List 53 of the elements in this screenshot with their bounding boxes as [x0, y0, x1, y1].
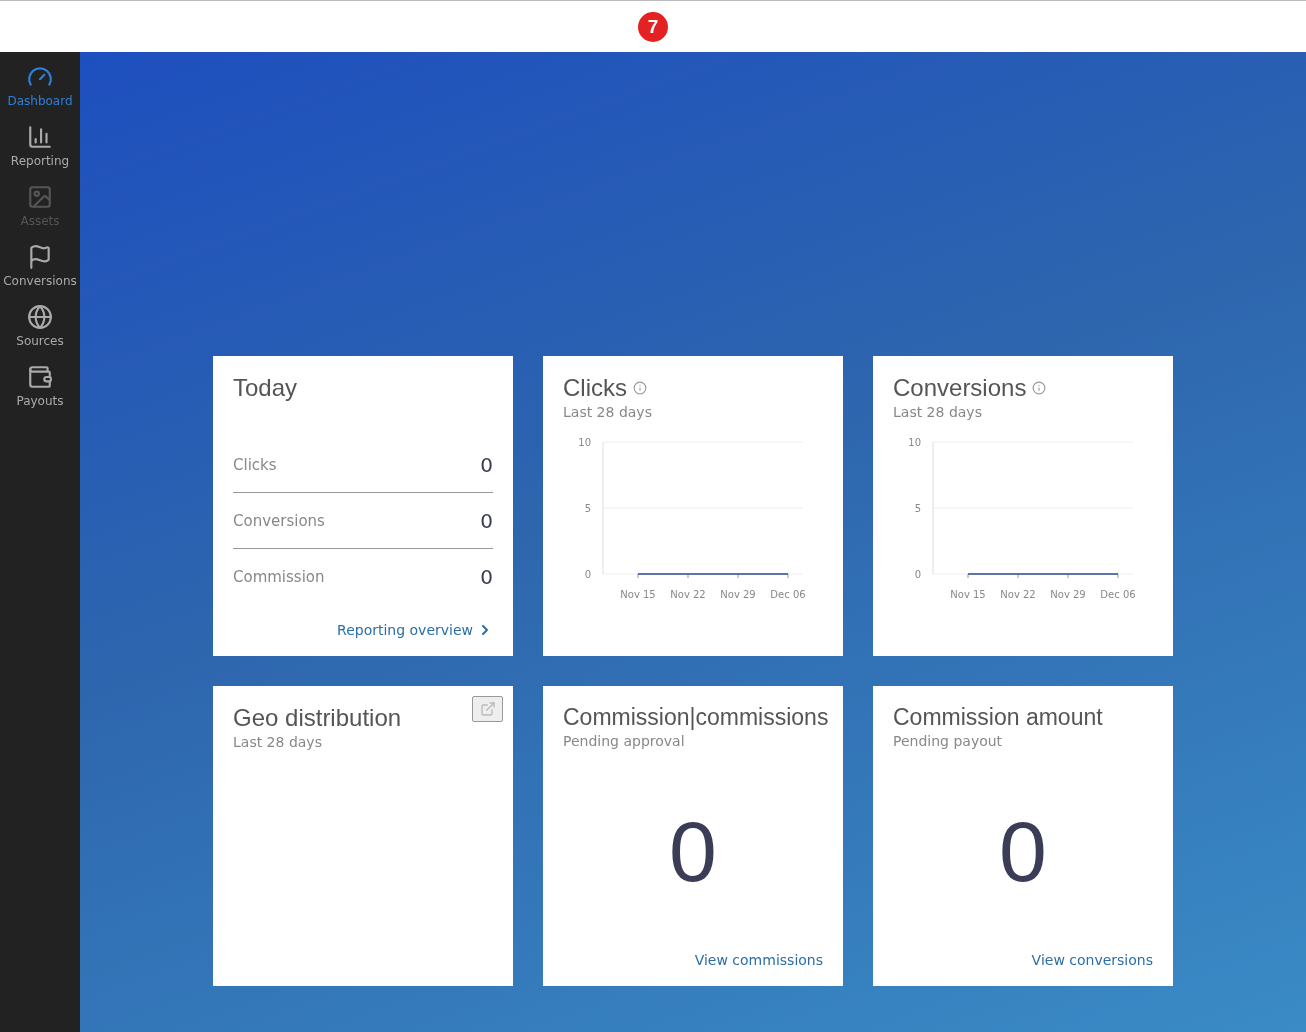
card-subtitle: Last 28 days: [893, 404, 983, 420]
card-title: Geo distribution: [233, 704, 402, 732]
line-chart: 0 5 10 Nov 15 Nov 22 Nov 29 Dec 06: [893, 432, 1153, 607]
x-tick-label: Nov 15: [620, 589, 656, 600]
external-link-icon: [479, 701, 496, 717]
y-tick-label: 5: [584, 503, 591, 514]
x-tick-label: Nov 15: [950, 589, 986, 600]
metric-label: Commission: [233, 567, 325, 586]
card-title: Commission amount: [893, 704, 1103, 731]
x-tick-label: Dec 06: [1100, 589, 1136, 600]
sidebar-item[interactable]: Reporting: [0, 124, 80, 168]
x-tick-label: Nov 29: [720, 589, 756, 600]
view-link[interactable]: View conversions: [1031, 952, 1153, 968]
y-tick-label: 0: [584, 569, 591, 580]
sidebar-item[interactable]: Payouts: [0, 364, 80, 408]
y-tick-label: 10: [578, 437, 591, 448]
y-tick-label: 0: [914, 569, 921, 580]
x-tick-label: Nov 29: [1050, 589, 1086, 600]
metric-label: Clicks: [233, 455, 277, 474]
card-subtitle: Last 28 days: [563, 404, 653, 420]
info-icon: [633, 381, 647, 395]
globe-icon: [27, 304, 53, 330]
sidebar-item[interactable]: Sources: [0, 304, 80, 348]
card-title: Clicks: [563, 374, 627, 402]
open-external-button[interactable]: [472, 696, 503, 722]
x-tick-label: Nov 22: [670, 589, 706, 600]
card-subtitle: Last 28 days: [233, 734, 323, 750]
card-title: Today: [233, 374, 298, 402]
image-icon: [27, 184, 53, 210]
metric-label: Conversions: [233, 511, 325, 530]
sidebar-item[interactable]: Dashboard: [0, 64, 80, 108]
line-chart: 0 5 10 Nov 15 Nov 22 Nov 29 Dec 06: [563, 432, 823, 607]
card-subtitle: Pending payout: [893, 733, 1004, 749]
metric-value: 0: [480, 564, 493, 589]
sidebar-item[interactable]: Conversions: [0, 244, 80, 288]
big-number: 0: [999, 807, 1047, 894]
logo[interactable]: 7: [638, 11, 668, 42]
info-icon: [1032, 381, 1047, 395]
card-title: Conversions: [893, 374, 1027, 402]
big-number: 0: [669, 807, 717, 894]
metric-value: 0: [480, 508, 493, 533]
reporting-link[interactable]: Reporting overview: [337, 622, 493, 638]
y-tick-label: 10: [908, 437, 921, 448]
flag-icon: [27, 244, 53, 270]
card-subtitle: Pending approval: [563, 733, 686, 749]
metric-value: 0: [480, 452, 493, 477]
chart-icon: [27, 124, 53, 150]
wallet-icon: [27, 364, 53, 390]
x-tick-label: Dec 06: [770, 589, 806, 600]
card-title: Commission|commissions: [563, 704, 829, 731]
view-link[interactable]: View commissions: [694, 952, 823, 968]
x-tick-label: Nov 22: [1000, 589, 1036, 600]
y-tick-label: 5: [914, 503, 921, 514]
